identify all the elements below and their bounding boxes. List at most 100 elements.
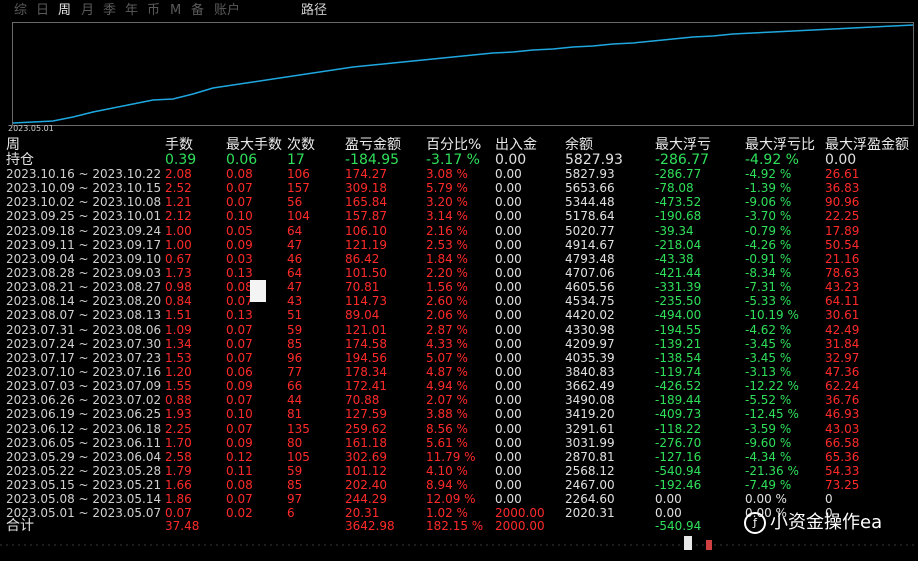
cell-balance: 5020.77 (565, 223, 615, 238)
tab-quarterly[interactable]: 季 (103, 3, 116, 19)
cell-lots: 1.09 (165, 322, 192, 337)
header-percent[interactable]: 百分比% (426, 137, 481, 153)
holding-percent: -3.17 % (426, 152, 480, 168)
cell-mflp: -9.60 % (745, 435, 792, 450)
cell-mflp: -8.34 % (745, 265, 792, 280)
tab-m[interactable]: M (170, 3, 181, 19)
cell-lots: 1.20 (165, 364, 192, 379)
table-row[interactable]: 2023.05.22 ~ 2023.05.28 1.79 0.11 59 101.12 4… (0, 464, 918, 478)
total-label: 合计 (6, 518, 34, 534)
cell-mfl: -218.04 (655, 237, 702, 252)
header-pnl[interactable]: 盈亏金额 (345, 137, 401, 153)
table-row[interactable]: 2023.09.11 ~ 2023.09.17 1.00 0.09 47 121.19 2… (0, 238, 918, 252)
cell-balance: 5653.66 (565, 181, 615, 196)
cell-mfp: 47.36 (825, 364, 860, 379)
header-max-float-loss-pct[interactable]: 最大浮亏比 (745, 137, 815, 153)
cell-period: 2023.08.21 ~ 2023.08.27 (6, 280, 162, 295)
tab-daily[interactable]: 日 (36, 3, 49, 19)
table-row[interactable]: 2023.05.15 ~ 2023.05.21 1.66 0.08 85 202.40 8… (0, 478, 918, 492)
table-row[interactable]: 2023.07.24 ~ 2023.07.30 1.34 0.07 85 174.58 4… (0, 337, 918, 351)
bottom-scrollbar[interactable] (0, 533, 918, 557)
cell-period: 2023.09.04 ~ 2023.09.10 (6, 251, 162, 266)
cell-lots: 0.98 (165, 280, 192, 295)
cell-percent: 8.56 % (426, 421, 468, 436)
header-deposit[interactable]: 出入金 (495, 137, 537, 153)
tab-monthly[interactable]: 月 (81, 3, 94, 19)
cell-deposit: 0.00 (495, 294, 522, 309)
table-row[interactable]: 2023.07.10 ~ 2023.07.16 1.20 0.06 77 178.34 4… (0, 365, 918, 379)
tab-notes[interactable]: 备 (191, 3, 204, 19)
table-row[interactable]: 2023.06.05 ~ 2023.06.11 1.70 0.09 80 161.18 5… (0, 436, 918, 450)
cell-period: 2023.08.07 ~ 2023.08.13 (6, 308, 162, 323)
cell-mfl: -286.77 (655, 167, 702, 181)
cell-lots: 0.88 (165, 393, 192, 408)
cell-mfp: 50.54 (825, 237, 860, 252)
cell-trades: 43 (287, 294, 303, 309)
cell-max-lots: 0.10 (226, 407, 253, 422)
header-lots[interactable]: 手数 (165, 137, 193, 153)
cell-mflp: -1.39 % (745, 181, 792, 196)
tab-currency[interactable]: 币 (147, 3, 160, 19)
cell-pnl: 302.69 (345, 449, 387, 464)
table-row[interactable]: 2023.09.18 ~ 2023.09.24 1.00 0.05 64 106.10 2… (0, 224, 918, 238)
cell-mfl: -409.73 (655, 407, 702, 422)
table-row[interactable]: 2023.10.16 ~ 2023.10.22 2.08 0.08 106 174.27… (0, 167, 918, 181)
cell-mfp: 30.61 (825, 308, 860, 323)
table-row[interactable]: 2023.10.09 ~ 2023.10.15 2.52 0.07 157 309.18… (0, 181, 918, 195)
cell-deposit: 0.00 (495, 478, 522, 493)
holding-trades: 17 (287, 152, 305, 168)
cell-max-lots: 0.12 (226, 449, 253, 464)
total-lots: 37.48 (165, 519, 200, 533)
table-row[interactable]: 2023.05.29 ~ 2023.06.04 2.58 0.12 105 302.69… (0, 450, 918, 464)
cell-lots: 1.53 (165, 350, 192, 365)
table-row[interactable]: 2023.07.31 ~ 2023.08.06 1.09 0.07 59 121.01 2… (0, 323, 918, 337)
cell-mfp: 42.49 (825, 322, 860, 337)
header-period[interactable]: 周 (6, 137, 20, 153)
tab-account[interactable]: 账户 (214, 3, 240, 19)
table-row[interactable]: 2023.08.14 ~ 2023.08.20 0.84 0.07 43 114.73 2… (0, 294, 918, 308)
cell-percent: 8.94 % (426, 478, 468, 493)
cell-period: 2023.09.11 ~ 2023.09.17 (6, 237, 162, 252)
tab-path[interactable]: 路径 (301, 3, 327, 19)
table-row[interactable]: 2023.09.25 ~ 2023.10.01 2.12 0.10 104 157.87… (0, 209, 918, 223)
holding-row[interactable]: 持仓 0.39 0.06 17 -184.95 -3.17 % 0.00 582… (0, 153, 918, 167)
header-max-float-profit[interactable]: 最大浮盈金额 (825, 137, 918, 153)
cell-pnl: 114.73 (345, 294, 387, 309)
header-trades[interactable]: 次数 (287, 137, 315, 153)
table-row[interactable]: 2023.10.02 ~ 2023.10.08 1.21 0.07 56 165.84 3… (0, 195, 918, 209)
cell-max-lots: 0.07 (226, 181, 253, 196)
cell-balance: 4534.75 (565, 294, 615, 309)
table-row[interactable]: 2023.08.07 ~ 2023.08.13 1.51 0.13 51 89.04 2.… (0, 308, 918, 322)
total-deposit: 2000.00 (495, 519, 545, 533)
table-row[interactable]: 2023.08.28 ~ 2023.09.03 1.73 0.13 64 101.50 2… (0, 266, 918, 280)
tab-yearly[interactable]: 年 (125, 3, 138, 19)
cell-balance: 3662.49 (565, 379, 615, 394)
table-row[interactable]: 2023.05.08 ~ 2023.05.14 1.86 0.07 97 244.29 1… (0, 492, 918, 506)
table-row[interactable]: 2023.06.19 ~ 2023.06.25 1.93 0.10 81 127.59 3… (0, 407, 918, 421)
cell-percent: 2.07 % (426, 393, 468, 408)
total-percent: 182.15 % (426, 519, 484, 533)
cell-lots: 1.70 (165, 435, 192, 450)
cell-mflp: -4.62 % (745, 322, 792, 337)
cell-lots: 2.58 (165, 449, 192, 464)
cell-deposit: 0.00 (495, 308, 522, 323)
header-max-float-loss[interactable]: 最大浮亏 (655, 137, 711, 153)
cell-mflp: -10.19 % (745, 308, 799, 323)
header-balance[interactable]: 余额 (565, 137, 593, 153)
tab-overview[interactable]: 综 (14, 3, 27, 19)
table-row[interactable]: 2023.07.03 ~ 2023.07.09 1.55 0.09 66 172.41 4… (0, 379, 918, 393)
table-row[interactable]: 2023.06.12 ~ 2023.06.18 2.25 0.07 135 259.62… (0, 422, 918, 436)
holding-balance: 5827.93 (565, 152, 623, 168)
cell-mflp: -0.91 % (745, 251, 792, 266)
cell-max-lots: 0.08 (226, 167, 253, 181)
table-row[interactable]: 2023.09.04 ~ 2023.09.10 0.67 0.03 46 86.42 1.… (0, 252, 918, 266)
table-row[interactable]: 2023.07.17 ~ 2023.07.23 1.53 0.07 96 194.56 5… (0, 351, 918, 365)
cell-mfp: 0 (825, 492, 833, 507)
table-row[interactable]: 2023.08.21 ~ 2023.08.27 0.98 0.08 47 70.81 1.… (0, 280, 918, 294)
table-row[interactable]: 2023.06.26 ~ 2023.07.02 0.88 0.07 44 70.88 2.… (0, 393, 918, 407)
header-max-lots[interactable]: 最大手数 (226, 137, 282, 153)
cell-trades: 66 (287, 379, 303, 394)
tab-weekly[interactable]: 周 (58, 3, 71, 19)
cell-mflp: -3.45 % (745, 336, 792, 351)
cell-percent: 3.08 % (426, 167, 468, 181)
